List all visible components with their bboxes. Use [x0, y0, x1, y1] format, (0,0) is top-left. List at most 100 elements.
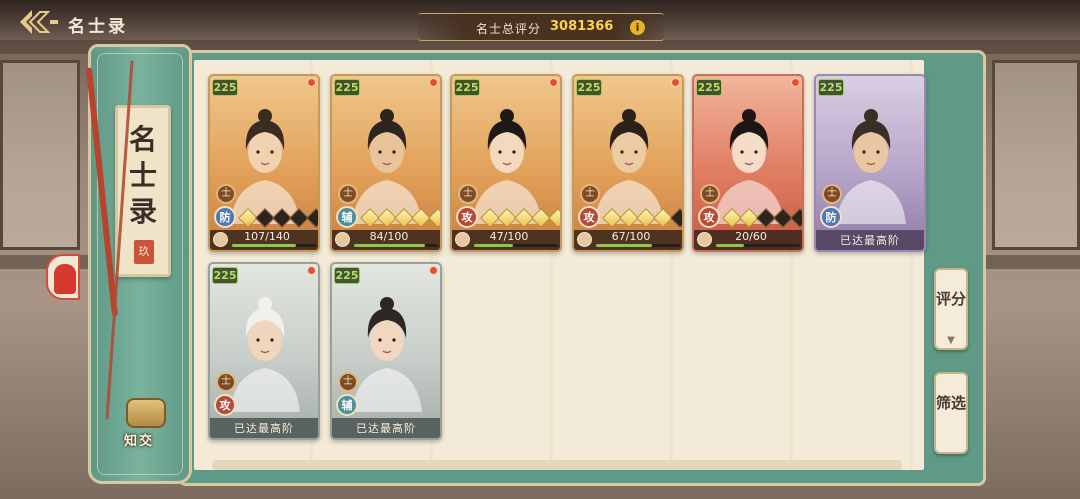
level-badge: 225: [696, 79, 722, 96]
notification-dot: [307, 266, 316, 275]
character-portrait: [346, 288, 428, 412]
character-card[interactable]: 225 士 攻 已达最高阶: [208, 262, 320, 440]
star-rating: [480, 208, 560, 228]
notification-dot: [549, 78, 558, 87]
role-badge: 攻: [578, 206, 600, 228]
star-rating: [360, 208, 440, 228]
character-card[interactable]: 225 士 攻 47/100: [450, 74, 562, 252]
fragment-progress-fill: [354, 244, 425, 247]
friends-button[interactable]: 知交: [116, 396, 172, 452]
max-rank-label: 已达最高阶: [234, 422, 294, 435]
fragment-progress-fill: [596, 244, 653, 247]
info-icon[interactable]: i: [630, 20, 645, 35]
character-card[interactable]: 225 士 攻 67/100: [572, 74, 684, 252]
character-card[interactable]: 225 士 辅 84/100: [330, 74, 442, 252]
star-rating: [722, 208, 802, 228]
friends-label: 知交: [124, 434, 155, 449]
filter-button[interactable]: 筛选: [934, 372, 968, 454]
star-rating: [602, 208, 682, 228]
mini-avatar-icon: [455, 232, 470, 247]
fragment-progress-bar: [354, 244, 438, 247]
fragment-progress-text: 47/100: [489, 230, 529, 243]
fragment-progress-fill: [232, 244, 296, 247]
role-badge: 攻: [456, 206, 478, 228]
max-rank-label: 已达最高阶: [840, 234, 900, 247]
character-portrait: [224, 288, 306, 412]
level-badge: 225: [212, 267, 238, 284]
sort-by-rating-label: 评分: [936, 290, 967, 308]
notification-dot: [307, 78, 316, 87]
red-figure-icon: [54, 264, 76, 294]
role-badge: 辅: [336, 394, 358, 416]
rank-emblem: 士: [822, 184, 842, 204]
character-portrait: [346, 100, 428, 224]
rank-emblem: 士: [700, 184, 720, 204]
card-footer: 已达最高阶: [210, 418, 318, 438]
fragment-progress-fill: [716, 244, 744, 247]
scroll-bottom-edge: [212, 460, 902, 470]
fragment-progress-fill: [474, 244, 514, 247]
total-score-value: 3081366: [550, 19, 614, 34]
character-card[interactable]: 225 士 辅 已达最高阶: [330, 262, 442, 440]
card-footer: 20/60: [694, 230, 802, 250]
character-card[interactable]: 225 士 攻 20/60: [692, 74, 804, 252]
title-seal: 玖: [134, 240, 154, 264]
fragment-progress-bar: [596, 244, 680, 247]
role-badge: 辅: [336, 206, 358, 228]
filter-label: 筛选: [936, 394, 967, 412]
back-arrow-icon: [20, 10, 58, 34]
character-portrait: [708, 100, 790, 224]
character-portrait: [224, 100, 306, 224]
star-rating: [238, 208, 318, 228]
fragment-progress-bar: [474, 244, 558, 247]
rank-emblem: 士: [216, 184, 236, 204]
card-footer: 84/100: [332, 230, 440, 250]
notification-dot: [791, 78, 800, 87]
role-badge: 防: [820, 206, 842, 228]
fragment-progress-text: 20/60: [735, 230, 767, 243]
fragment-progress-bar: [232, 244, 316, 247]
total-score-bar: 名士总评分 3081366 i: [418, 13, 664, 41]
max-rank-label: 已达最高阶: [356, 422, 416, 435]
rank-emblem: 士: [216, 372, 236, 392]
card-footer: 已达最高阶: [816, 230, 924, 250]
chevron-down-icon: ▼: [947, 335, 955, 346]
side-character-avatar[interactable]: [46, 254, 80, 300]
level-badge: 225: [576, 79, 602, 96]
card-footer: 107/140: [210, 230, 318, 250]
fragment-progress-text: 67/100: [611, 230, 651, 243]
back-button[interactable]: [18, 8, 60, 36]
character-card[interactable]: 225 士 防 已达最高阶: [814, 74, 926, 252]
rank-emblem: 士: [338, 184, 358, 204]
background-window-right: [992, 60, 1080, 250]
card-footer: 47/100: [452, 230, 560, 250]
background-window-left: [0, 60, 80, 250]
sort-by-rating-button[interactable]: 评分 ▼: [934, 268, 968, 350]
notification-dot: [429, 78, 438, 87]
character-card[interactable]: 225 士 防 107/140: [208, 74, 320, 252]
top-bar: 名士录 名士总评分 3081366 i: [0, 0, 1080, 44]
level-badge: 225: [334, 79, 360, 96]
level-badge: 225: [454, 79, 480, 96]
mini-avatar-icon: [577, 232, 592, 247]
red-ribbon: [85, 67, 119, 317]
character-portrait: [830, 100, 912, 224]
rank-emblem: 士: [580, 184, 600, 204]
role-badge: 攻: [698, 206, 720, 228]
fragment-progress-bar: [716, 244, 800, 247]
character-portrait: [588, 100, 670, 224]
character-portrait: [466, 100, 548, 224]
star-icon: [790, 208, 802, 228]
role-badge: 攻: [214, 394, 236, 416]
page-title: 名士录: [68, 17, 128, 37]
rank-emblem: 士: [458, 184, 478, 204]
rank-emblem: 士: [338, 372, 358, 392]
mini-avatar-icon: [335, 232, 350, 247]
notification-dot: [429, 266, 438, 275]
card-footer: 67/100: [574, 230, 682, 250]
mini-avatar-icon: [697, 232, 712, 247]
notification-dot: [671, 78, 680, 87]
card-footer: 已达最高阶: [332, 418, 440, 438]
handshake-icon: [126, 398, 166, 428]
mini-avatar-icon: [213, 232, 228, 247]
